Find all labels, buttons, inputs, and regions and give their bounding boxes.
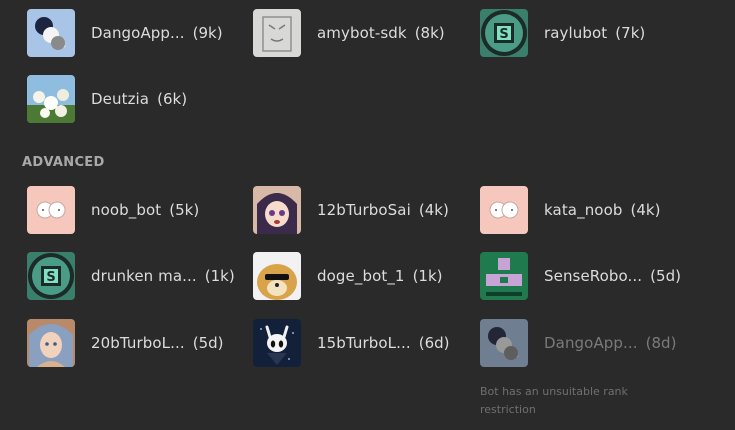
bot-item[interactable]: Deutzia (6k) [27, 75, 187, 123]
bot-name: drunken ma... [91, 267, 197, 285]
bot-item-disabled[interactable]: DangoApp... (8d) [480, 319, 676, 367]
bot-item[interactable]: doge_bot_1 (1k) [253, 252, 443, 300]
bot-name: kata_noob [544, 201, 623, 219]
bot-count: (4k) [630, 201, 661, 219]
bot-count: (6d) [418, 334, 450, 352]
bot-item[interactable]: S raylubot (7k) [480, 9, 645, 57]
bot-count: (4k) [418, 201, 449, 219]
bot-item[interactable]: noob_bot (5k) [27, 186, 199, 234]
bot-count: (6k) [157, 90, 188, 108]
bot-count: (1k) [204, 267, 235, 285]
anime-girl-avatar-icon [253, 186, 301, 234]
bot-name: DangoApp... [544, 334, 638, 352]
bot-name: amybot-sdk [317, 24, 407, 42]
green-robot-avatar-icon [480, 252, 528, 300]
bot-item[interactable]: 20bTurboL... (5d) [27, 319, 224, 367]
doge-avatar-icon [253, 252, 301, 300]
bot-item[interactable]: SenseRobo... (5d) [480, 252, 681, 300]
bot-name: SenseRobo... [544, 267, 643, 285]
bot-name: raylubot [544, 24, 608, 42]
svg-text:S: S [499, 27, 508, 42]
rank-restriction-note: Bot has an unsuitable rank restriction [480, 385, 628, 416]
bot-name: Deutzia [91, 90, 150, 108]
dango-avatar-icon [27, 9, 75, 57]
flowers-avatar-icon [27, 75, 75, 123]
bot-item[interactable]: 15bTurboL... (6d) [253, 319, 450, 367]
bot-count: (7k) [615, 24, 646, 42]
sheep-avatar-icon [480, 186, 528, 234]
sketch-avatar-icon [253, 9, 301, 57]
bot-item[interactable]: amybot-sdk (8k) [253, 9, 445, 57]
bot-count: (5d) [650, 267, 681, 285]
sheep-avatar-icon [27, 186, 75, 234]
circuit-s-avatar-icon: S [480, 9, 528, 57]
bot-item[interactable]: kata_noob (4k) [480, 186, 660, 234]
bot-name: 15bTurboL... [317, 334, 411, 352]
svg-text:S: S [46, 270, 55, 285]
bot-name: noob_bot [91, 201, 162, 219]
hollow-knight-avatar-icon [253, 319, 301, 367]
section-heading: ADVANCED [22, 155, 105, 170]
bot-item[interactable]: 12bTurboSai (4k) [253, 186, 449, 234]
dango-avatar-icon [480, 319, 528, 367]
portrait-avatar-icon [27, 319, 75, 367]
bot-count: (8d) [645, 334, 677, 352]
bot-count: (9k) [192, 24, 223, 42]
circuit-s-avatar-icon: S [27, 252, 75, 300]
bot-name: DangoApp... [91, 24, 185, 42]
bot-count: (8k) [414, 24, 445, 42]
bot-count: (5k) [169, 201, 200, 219]
bot-name: 12bTurboSai [317, 201, 411, 219]
bot-name: 20bTurboL... [91, 334, 185, 352]
bot-item[interactable]: S drunken ma... (1k) [27, 252, 235, 300]
bot-name: doge_bot_1 [317, 267, 405, 285]
bot-count: (1k) [412, 267, 443, 285]
bot-count: (5d) [192, 334, 224, 352]
bot-item[interactable]: DangoApp... (9k) [27, 9, 223, 57]
